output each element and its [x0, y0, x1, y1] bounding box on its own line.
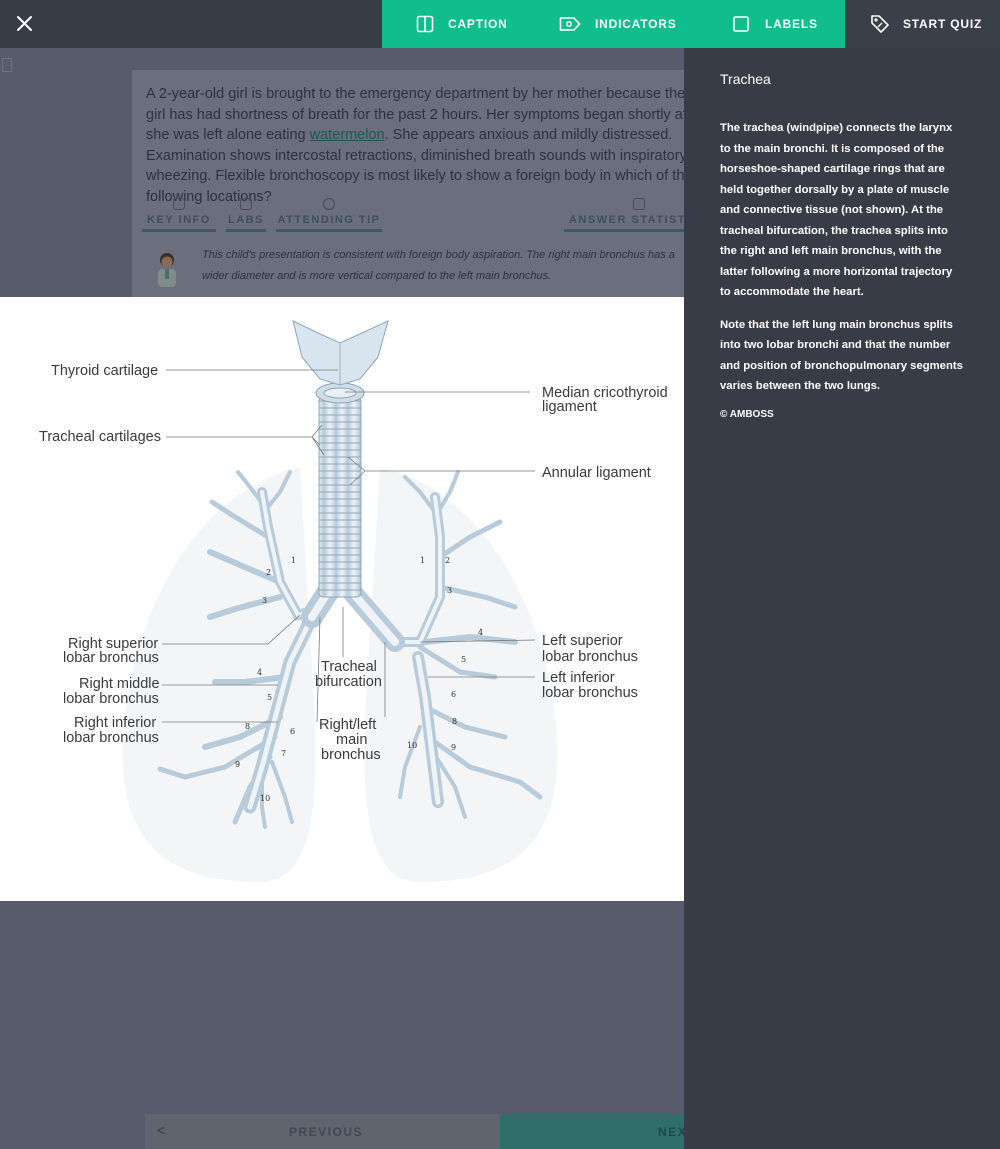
segment-number: 10: [260, 794, 270, 803]
explanation-text: This child's presentation is consistent …: [202, 249, 675, 282]
percent-icon: [633, 198, 645, 210]
quiz-icon: [871, 15, 889, 33]
trachea-illustration: 1 2 3 4 5 6 7 8 9 10 1 2 3 4 5 6 8 9 10 …: [39, 320, 668, 882]
question-card: A 2-year-old girl is brought to the emer…: [132, 70, 684, 300]
segment-number: 2: [445, 556, 450, 565]
segment-number: 4: [478, 628, 483, 637]
segment-number: 9: [235, 760, 240, 769]
label-left-superior-2: lobar bronchus: [542, 649, 638, 665]
question-footer: <PREVIOUS NEXT: [145, 1114, 684, 1149]
segment-number: 8: [452, 717, 457, 726]
explanation-box: This child's presentation is consistent …: [146, 245, 684, 291]
tab-key-info[interactable]: KEY INFO: [142, 198, 216, 232]
label-main-bronchus-3: bronchus: [321, 747, 381, 763]
tab-attending-tip[interactable]: ATTENDING TIP: [276, 198, 382, 232]
label-right-middle: Right middle: [79, 676, 160, 692]
caption-icon: [416, 15, 434, 33]
start-quiz-button[interactable]: START QUIZ: [845, 0, 1000, 48]
segment-number: 1: [291, 556, 296, 565]
labels-icon: [731, 14, 751, 34]
label-thyroid-cartilage: Thyroid cartilage: [51, 363, 158, 379]
tab-indicators-label: INDICATORS: [595, 17, 677, 31]
label-left-superior: Left superior: [542, 633, 623, 649]
doctor-avatar: [158, 253, 176, 287]
watermelon-link[interactable]: watermelon: [310, 127, 385, 143]
viewer-toolbar: CAPTION INDICATORS LABELS START QUIZ: [0, 0, 1000, 48]
figure-panel: 1 2 3 4 5 6 7 8 9 10 1 2 3 4 5 6 8 9 10 …: [0, 297, 684, 901]
label-annular-ligament: Annular ligament: [542, 465, 651, 481]
segment-number: 5: [461, 655, 466, 664]
label-left-inferior-2: lobar bronchus: [542, 685, 638, 701]
segment-number: 10: [407, 741, 417, 750]
chevron-left-icon: <: [157, 1122, 167, 1138]
flask-icon: [240, 198, 252, 210]
sidebar-toggle-icon: [2, 58, 12, 72]
tab-caption[interactable]: CAPTION: [416, 0, 508, 48]
segment-number: 6: [451, 690, 456, 699]
tool-tabs: CAPTION INDICATORS LABELS: [382, 0, 845, 48]
label-right-inferior: Right inferior: [74, 715, 156, 731]
question-text: A 2-year-old girl is brought to the emer…: [146, 86, 684, 205]
label-main-bronchus-2: main: [336, 732, 367, 748]
label-tracheal-cartilages: Tracheal cartilages: [39, 429, 161, 445]
segment-number: 7: [281, 749, 286, 758]
segment-number: 4: [257, 668, 262, 677]
caption-panel: Trachea The trachea (windpipe) connects …: [684, 48, 1000, 1149]
segment-number: 3: [262, 596, 267, 605]
close-button[interactable]: [12, 12, 38, 36]
label-right-middle-2: lobar bronchus: [63, 691, 159, 707]
close-icon: [17, 16, 32, 31]
label-left-inferior: Left inferior: [542, 670, 615, 686]
larynx: [292, 320, 389, 404]
segment-number: 6: [290, 727, 295, 736]
lightbulb-icon: [323, 198, 335, 210]
tab-indicators[interactable]: INDICATORS: [559, 0, 677, 48]
label-main-bronchus: Right/left: [319, 717, 376, 733]
segment-number: 8: [245, 722, 250, 731]
caption-title: Trachea: [720, 71, 771, 87]
label-tracheal-bifurcation-2: bifurcation: [315, 674, 382, 690]
indicators-icon: [559, 17, 581, 31]
segment-number: 1: [420, 556, 425, 565]
pencil-icon: [173, 198, 185, 210]
start-quiz-label: START QUIZ: [903, 17, 983, 31]
segment-number: 2: [266, 568, 271, 577]
tab-answer-statistics[interactable]: ANSWER STATISTICS: [564, 198, 684, 232]
segment-number: 5: [267, 693, 272, 702]
tab-labels[interactable]: LABELS: [731, 0, 818, 48]
caption-paragraph: The trachea (windpipe) connects the lary…: [720, 122, 953, 298]
label-right-superior-2: lobar bronchus: [63, 650, 159, 666]
tab-caption-label: CAPTION: [448, 17, 508, 31]
tab-labels-label: LABELS: [765, 17, 818, 31]
label-right-inferior-2: lobar bronchus: [63, 730, 159, 746]
tab-labs[interactable]: LABS: [226, 198, 266, 232]
caption-credit: © AMBOSS: [720, 408, 774, 420]
label-median-cricothyroid-2: ligament: [542, 399, 597, 415]
previous-button[interactable]: < PREVIOUS: [145, 1114, 500, 1149]
next-button[interactable]: NEXT: [500, 1114, 684, 1149]
segment-number: 9: [451, 743, 456, 752]
caption-paragraph: Note that the left lung main bronchus sp…: [720, 318, 963, 393]
trachea-shape: [318, 396, 362, 598]
label-tracheal-bifurcation: Tracheal: [321, 659, 377, 675]
segment-number: 3: [447, 586, 452, 595]
